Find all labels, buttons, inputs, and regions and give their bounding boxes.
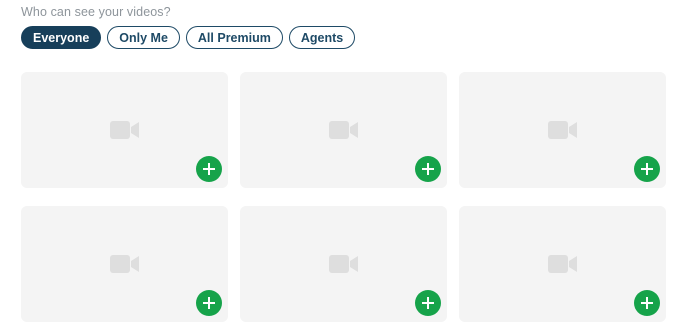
video-slot (459, 206, 666, 322)
visibility-options: Everyone Only Me All Premium Agents (21, 26, 356, 49)
add-video-button[interactable] (196, 290, 222, 316)
video-slot-grid (21, 72, 666, 322)
add-video-button[interactable] (634, 156, 660, 182)
add-video-button[interactable] (634, 290, 660, 316)
visibility-option-only-me[interactable]: Only Me (107, 26, 180, 49)
video-slot (21, 72, 228, 188)
video-camera-icon (329, 121, 358, 139)
video-slot (459, 72, 666, 188)
visibility-option-agents[interactable]: Agents (288, 26, 356, 49)
visibility-option-all-premium[interactable]: All Premium (185, 26, 283, 49)
video-slot (240, 72, 447, 188)
plus-icon (641, 163, 653, 175)
plus-icon (422, 163, 434, 175)
video-camera-icon (329, 255, 358, 273)
video-slot (240, 206, 447, 322)
video-slot (21, 206, 228, 322)
video-camera-icon (110, 121, 139, 139)
visibility-prompt: Who can see your videos? (21, 5, 171, 19)
plus-icon (422, 297, 434, 309)
plus-icon (641, 297, 653, 309)
visibility-option-everyone[interactable]: Everyone (21, 26, 102, 49)
video-visibility-panel: Who can see your videos? Everyone Only M… (0, 0, 688, 336)
video-camera-icon (548, 255, 577, 273)
plus-icon (203, 297, 215, 309)
video-camera-icon (548, 121, 577, 139)
video-camera-icon (110, 255, 139, 273)
add-video-button[interactable] (415, 156, 441, 182)
add-video-button[interactable] (415, 290, 441, 316)
plus-icon (203, 163, 215, 175)
add-video-button[interactable] (196, 156, 222, 182)
